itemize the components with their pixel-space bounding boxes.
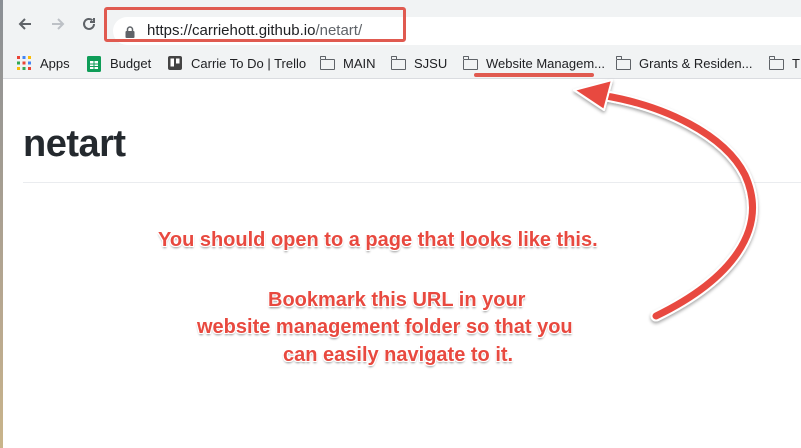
annotation-text-line4: can easily navigate to it.: [283, 344, 514, 366]
annotation-text-line2: Bookmark this URL in your: [268, 289, 526, 311]
annotation-text-line3: website management folder so that you: [197, 316, 573, 338]
annotation-arrow: [573, 79, 758, 322]
annotation-text-line1: You should open to a page that looks lik…: [158, 229, 598, 251]
